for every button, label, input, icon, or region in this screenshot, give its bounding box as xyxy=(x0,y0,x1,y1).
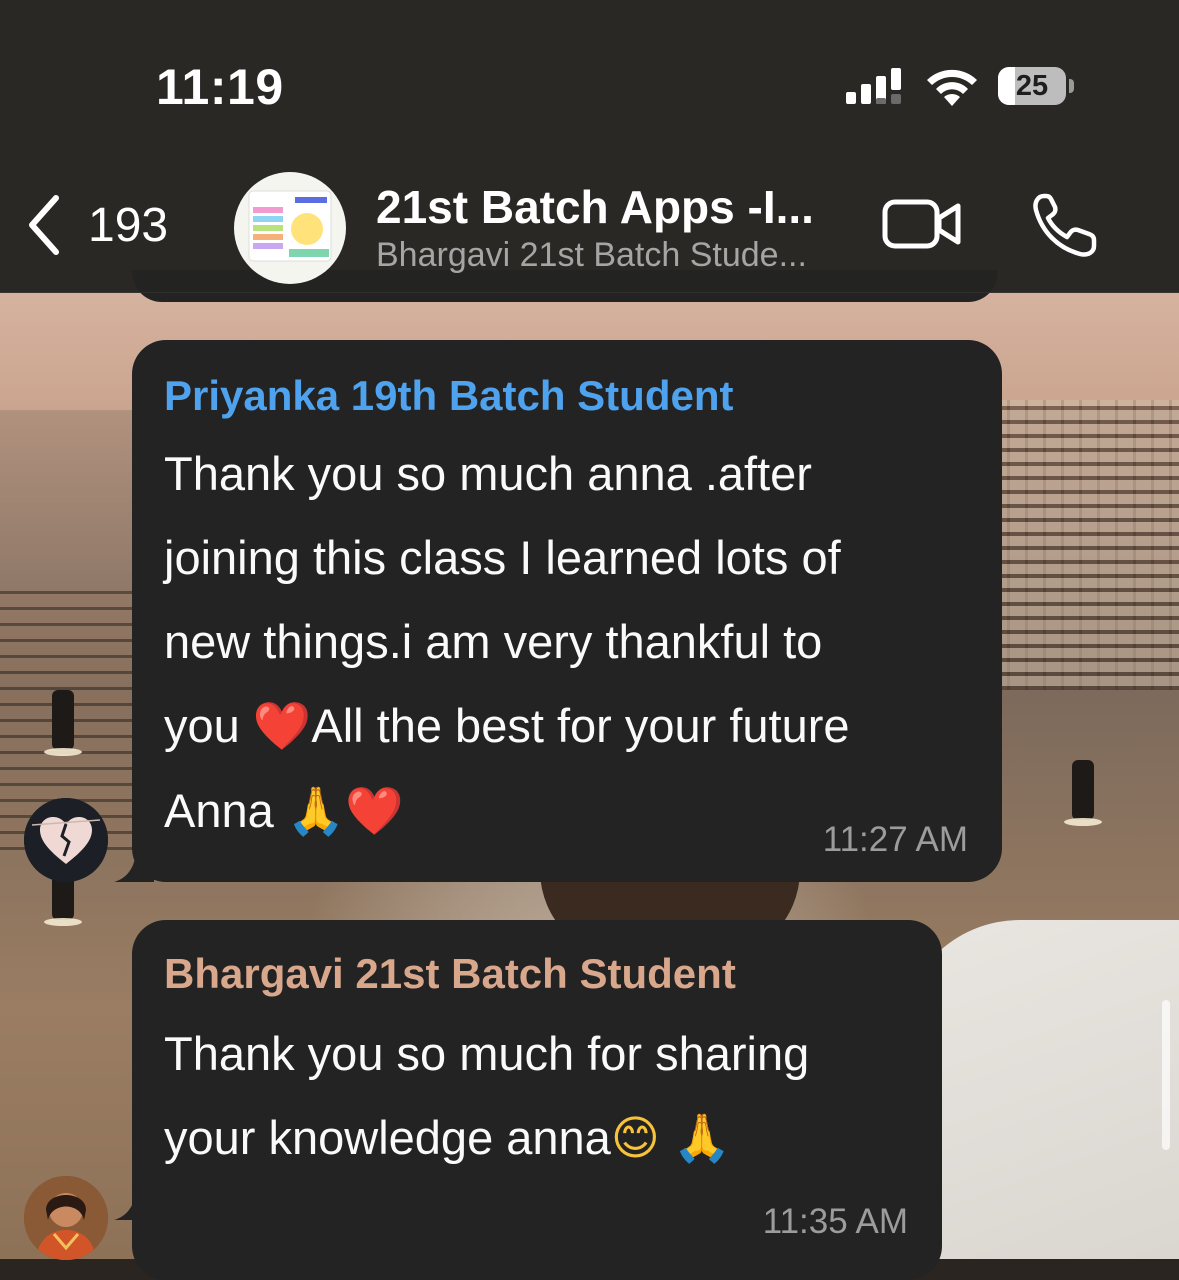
smiling-face-emoji: 😊 xyxy=(610,1111,660,1166)
message-sender[interactable]: Priyanka 19th Batch Student xyxy=(164,372,733,420)
back-button[interactable]: 193 xyxy=(22,190,192,260)
message-text-segment: your knowledge anna xyxy=(164,1111,611,1164)
message-line: new things.i am very thankful to xyxy=(164,615,823,668)
message-line: Thank you so much for sharing xyxy=(164,1027,810,1080)
message-timestamp: 11:35 AM xyxy=(762,1202,908,1241)
chat-header: 11:19 25 193 21st Batch Apps -I... Bharg… xyxy=(0,0,1179,293)
bubble-tail xyxy=(114,1186,154,1220)
broken-heart-icon xyxy=(24,798,108,882)
message-bubble[interactable]: Bhargavi 21st Batch Student Thank you so… xyxy=(114,920,942,1280)
unread-count: 193 xyxy=(88,198,169,252)
sender-avatar[interactable] xyxy=(24,798,108,882)
message-text: Thank you so much anna .after joining th… xyxy=(164,432,850,854)
message-text-segment: All the best for your future xyxy=(311,699,850,752)
scrollbar[interactable] xyxy=(1162,1000,1170,1150)
video-camera-icon[interactable] xyxy=(882,196,962,252)
profile-photo-icon xyxy=(24,1176,108,1260)
message-text-segment: Anna xyxy=(164,784,287,837)
folded-hands-emoji: 🙏 xyxy=(672,1111,732,1166)
signal-icon xyxy=(846,68,901,104)
chat-subtitle[interactable]: Bhargavi 21st Batch Stude... xyxy=(376,236,856,275)
message-text: Thank you so much for sharing your knowl… xyxy=(164,1012,809,1181)
sender-avatar[interactable] xyxy=(24,1176,108,1260)
chat-title[interactable]: 21st Batch Apps -I... xyxy=(376,180,856,234)
message-line: Thank you so much anna .after xyxy=(164,447,812,500)
message-line: you ❤️All the best for your future xyxy=(164,684,850,769)
battery-level: 25 xyxy=(1015,70,1049,102)
group-logo-icon xyxy=(235,173,345,283)
red-heart-emoji: ❤️ xyxy=(345,784,404,839)
message-text-segment: you xyxy=(164,699,253,752)
red-heart-emoji: ❤️ xyxy=(252,699,312,754)
battery-icon: 25 xyxy=(998,67,1074,107)
message-sender[interactable]: Bhargavi 21st Batch Student xyxy=(164,950,736,998)
bubble-tail xyxy=(114,848,154,882)
message-timestamp: 11:27 AM xyxy=(822,820,968,859)
message-line: your knowledge anna😊 🙏 xyxy=(164,1096,809,1181)
folded-hands-emoji: 🙏 xyxy=(286,784,346,839)
message-line: Anna 🙏❤️ xyxy=(164,769,850,854)
message-bubble[interactable]: Priyanka 19th Batch Student Thank you so… xyxy=(114,340,1002,882)
chevron-left-icon xyxy=(29,195,59,255)
phone-icon[interactable] xyxy=(1030,192,1100,258)
wifi-icon xyxy=(927,69,977,106)
status-time: 11:19 xyxy=(156,59,284,115)
group-avatar[interactable] xyxy=(234,172,346,284)
message-line: joining this class I learned lots of xyxy=(164,531,841,584)
